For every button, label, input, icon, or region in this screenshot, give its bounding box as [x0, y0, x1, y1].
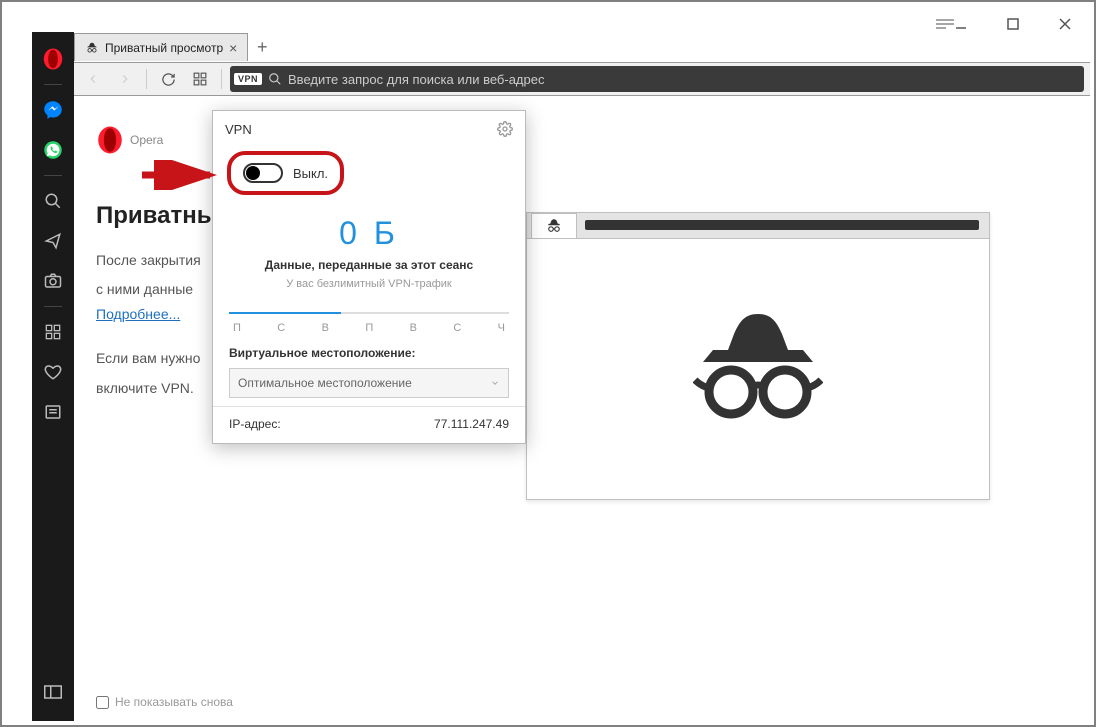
vpn-toggle[interactable] — [243, 163, 283, 183]
incognito-icon — [85, 41, 99, 55]
address-input[interactable] — [288, 72, 1080, 87]
sidebar-separator — [44, 84, 62, 85]
back-button[interactable] — [80, 66, 106, 92]
news-icon[interactable] — [32, 393, 74, 431]
opera-logo-icon — [96, 126, 124, 154]
chart-day: С — [453, 322, 461, 334]
heart-icon[interactable] — [32, 353, 74, 391]
dont-show-checkbox[interactable] — [96, 696, 109, 709]
incognito-tab-icon — [531, 213, 577, 238]
vpn-location-label: Виртуальное местоположение: — [229, 346, 509, 360]
dont-show-label: Не показывать снова — [115, 695, 233, 709]
sidebar — [32, 32, 74, 721]
arrow-annotation — [142, 160, 222, 190]
vpn-toggle-label: Выкл. — [293, 166, 328, 181]
incognito-address-placeholder — [585, 220, 979, 230]
close-button[interactable] — [1048, 10, 1082, 38]
incognito-window-preview — [526, 212, 990, 500]
chart-day: Ч — [498, 322, 505, 334]
chart-day: В — [322, 322, 329, 334]
camera-icon[interactable] — [32, 262, 74, 300]
tab-title: Приватный просмотр — [105, 41, 223, 55]
vpn-badge[interactable]: VPN — [234, 73, 262, 85]
toolbar: VPN — [74, 62, 1090, 96]
sidebar-separator — [44, 306, 62, 307]
vpn-bytes: 0 Б — [227, 215, 511, 252]
window-controls — [944, 10, 1082, 38]
vpn-ip-value: 77.111.247.49 — [434, 417, 509, 431]
chart-day: В — [410, 322, 417, 334]
forward-button[interactable] — [112, 66, 138, 92]
chart-day: П — [365, 322, 373, 334]
tab-private[interactable]: Приватный просмотр × — [74, 33, 248, 61]
new-tab-button[interactable]: + — [248, 33, 276, 61]
chart-day: С — [277, 322, 285, 334]
speed-dial-icon[interactable] — [32, 313, 74, 351]
vpn-toggle-container: Выкл. — [227, 151, 344, 195]
minimize-button[interactable] — [944, 10, 978, 38]
search-icon — [268, 72, 282, 86]
reload-button[interactable] — [155, 66, 181, 92]
vpn-session-label: Данные, переданные за этот сеанс — [227, 258, 511, 272]
sidebar-toggle-icon[interactable] — [32, 673, 74, 711]
chart-day: П — [233, 322, 241, 334]
vpn-ip-label: IP-адрес: — [229, 417, 281, 431]
toolbar-separator — [221, 69, 222, 89]
send-icon[interactable] — [32, 222, 74, 260]
tab-strip: Приватный просмотр × + — [74, 32, 924, 62]
messenger-icon[interactable] — [32, 91, 74, 129]
tab-close-icon[interactable]: × — [229, 40, 237, 56]
speed-dial-button[interactable] — [187, 66, 213, 92]
vpn-popup: VPN Выкл. 0 Б Данные, переданные за этот… — [212, 110, 526, 444]
dont-show-row: Не показывать снова — [96, 695, 233, 709]
gear-icon[interactable] — [497, 121, 513, 137]
vpn-chart: П С В П В С Ч — [213, 304, 525, 334]
vpn-popup-title: VPN — [225, 122, 252, 137]
toolbar-separator — [146, 69, 147, 89]
sidebar-separator — [44, 175, 62, 176]
vpn-location-value: Оптимальное местоположение — [238, 376, 412, 390]
chevron-down-icon — [490, 378, 500, 388]
learn-more-link[interactable]: Подробнее... — [96, 306, 180, 322]
vpn-unlimited-label: У вас безлимитный VPN-трафик — [227, 278, 511, 290]
vpn-location-select[interactable]: Оптимальное местоположение — [229, 368, 509, 398]
whatsapp-icon[interactable] — [32, 131, 74, 169]
opera-logo-icon[interactable] — [32, 40, 74, 78]
incognito-large-icon — [693, 314, 823, 424]
brand-label: Opera — [130, 133, 163, 147]
address-bar[interactable]: VPN — [230, 66, 1084, 92]
maximize-button[interactable] — [996, 10, 1030, 38]
search-icon[interactable] — [32, 182, 74, 220]
